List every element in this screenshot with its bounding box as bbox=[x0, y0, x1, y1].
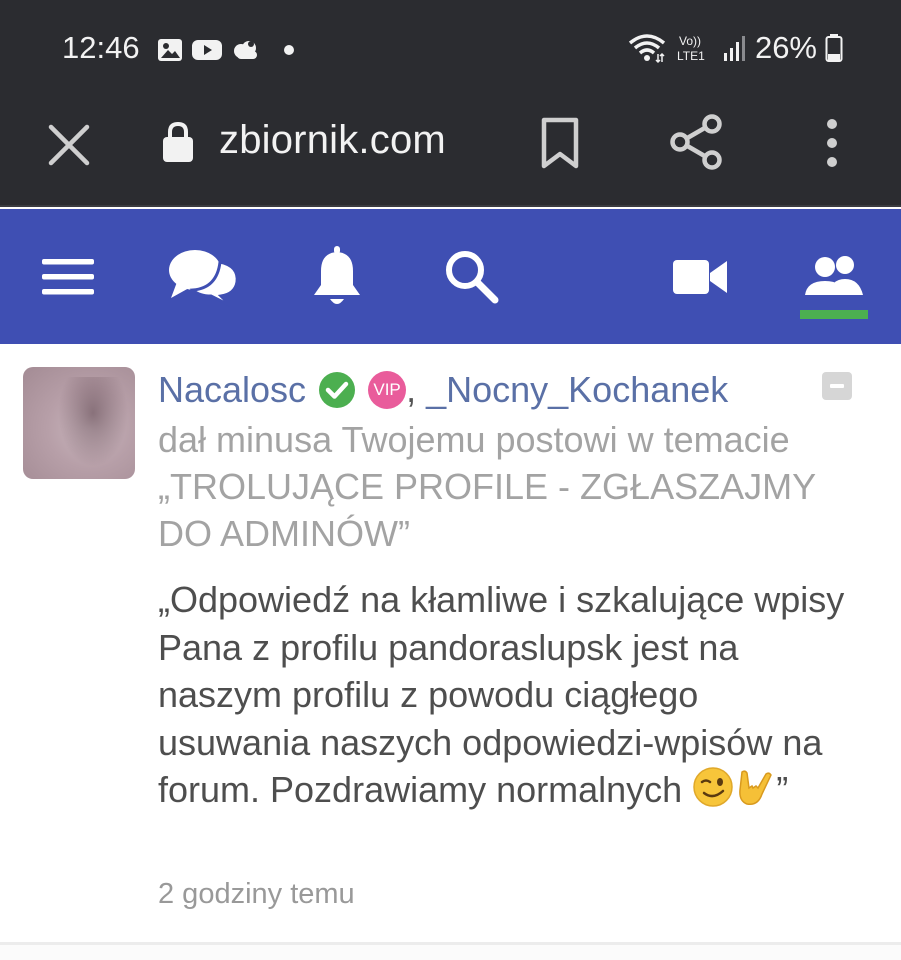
user-link-nocny-kochanek[interactable]: _Nocny_Kochanek bbox=[426, 369, 728, 411]
battery-percent: 26% bbox=[754, 30, 817, 65]
notification-timestamp: 2 godziny temu bbox=[158, 878, 355, 910]
video-icon bbox=[673, 260, 727, 294]
user-link-nacalosc[interactable]: Nacalosc bbox=[158, 369, 306, 411]
chat-icon bbox=[169, 250, 239, 308]
share-icon[interactable] bbox=[668, 112, 726, 172]
browser-toolbar: zbiornik.com bbox=[0, 100, 901, 207]
nav-menu-button[interactable] bbox=[36, 239, 100, 315]
avatar[interactable] bbox=[23, 367, 135, 479]
notification-item[interactable]: Nacalosc VIP , _Nocny_Kochanek dał minus… bbox=[0, 344, 901, 942]
wifi-icon bbox=[628, 34, 666, 64]
status-time: 12:46 bbox=[62, 30, 140, 65]
nav-search-button[interactable] bbox=[440, 239, 504, 315]
dot-icon bbox=[284, 45, 294, 55]
status-notification-icons bbox=[157, 36, 299, 64]
nav-friends-button[interactable] bbox=[800, 239, 868, 315]
more-vert-icon[interactable] bbox=[812, 116, 852, 170]
volte-label-bottom: LTE1 bbox=[677, 49, 705, 63]
active-tab-indicator bbox=[800, 310, 868, 319]
vip-badge: VIP bbox=[368, 371, 407, 409]
weather-cloud-icon bbox=[234, 41, 257, 59]
bookmark-icon[interactable] bbox=[537, 116, 583, 170]
avatar-photo bbox=[58, 377, 128, 467]
love-you-gesture-icon bbox=[739, 770, 773, 806]
youtube-icon bbox=[192, 40, 222, 60]
volte-label-top: Vo)) bbox=[679, 34, 701, 48]
signal-icon bbox=[723, 36, 745, 61]
nav-messages-button[interactable] bbox=[164, 239, 242, 315]
notification-action-text: dał minusa Twojemu postowi w temacie „TR… bbox=[158, 419, 816, 554]
volte-icon: Vo)) LTE1 bbox=[677, 34, 705, 63]
notification-users: Nacalosc VIP , _Nocny_Kochanek bbox=[158, 366, 728, 414]
url-display[interactable]: zbiornik.com bbox=[219, 118, 446, 163]
status-system-icons: Vo)) LTE1 26% bbox=[627, 30, 843, 66]
nav-notifications-button[interactable] bbox=[307, 239, 367, 315]
battery-icon bbox=[825, 34, 843, 62]
minus-badge-icon bbox=[822, 372, 852, 400]
next-list-area bbox=[0, 945, 901, 960]
post-quote-end: ” bbox=[776, 769, 789, 810]
gallery-icon bbox=[158, 39, 182, 61]
menu-icon bbox=[42, 259, 94, 295]
winking-face-icon bbox=[693, 767, 733, 807]
app-navigation-bar bbox=[0, 209, 901, 344]
verified-check-icon bbox=[319, 372, 356, 408]
post-quote: „Odpowiedź na kłamliwe i szkalujące wpis… bbox=[158, 576, 858, 814]
people-icon bbox=[805, 256, 863, 295]
nav-video-button[interactable] bbox=[668, 239, 732, 315]
status-bar: 12:46 Vo)) LTE1 26% bbox=[0, 0, 901, 100]
user-separator: , bbox=[406, 369, 427, 410]
search-icon bbox=[446, 251, 499, 304]
bell-icon bbox=[314, 246, 360, 304]
lock-icon bbox=[163, 121, 193, 162]
close-icon[interactable] bbox=[44, 120, 94, 170]
